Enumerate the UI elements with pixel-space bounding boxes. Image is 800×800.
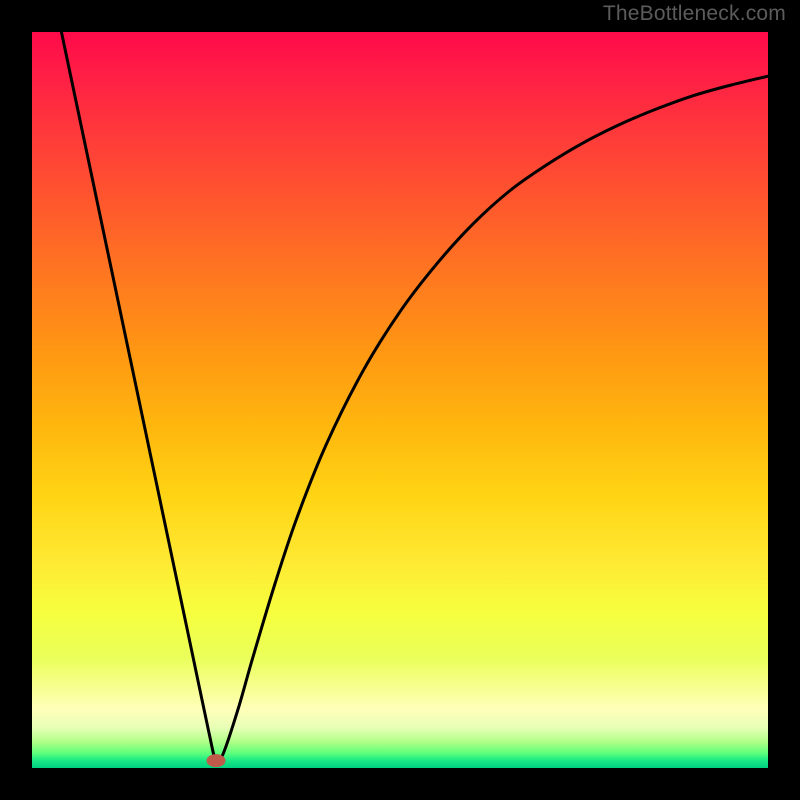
curve-svg (32, 32, 768, 768)
bottleneck-curve (61, 32, 768, 762)
chart-frame: TheBottleneck.com (0, 0, 800, 800)
minimum-marker (207, 755, 225, 767)
watermark-text: TheBottleneck.com (603, 2, 786, 26)
plot-area (32, 32, 768, 768)
